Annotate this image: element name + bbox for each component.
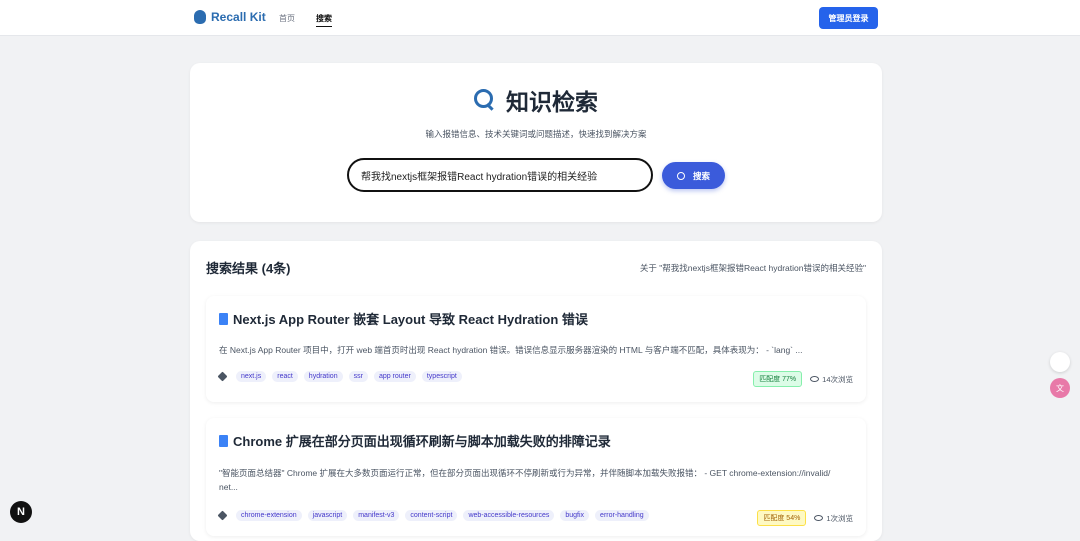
eye-icon bbox=[814, 514, 824, 521]
tag[interactable]: react bbox=[272, 371, 298, 382]
tag-icon bbox=[217, 371, 228, 382]
result-tags: next.js react hydration ssr app router t… bbox=[217, 371, 462, 382]
views-text: 14次浏览 bbox=[822, 374, 853, 384]
top-nav: Recall Kit 首页 搜索 管理员登录 bbox=[0, 0, 1080, 36]
tag[interactable]: ssr bbox=[348, 371, 368, 382]
match-badge: 匹配度 54% bbox=[757, 510, 807, 526]
search-button-label: 搜索 bbox=[692, 170, 710, 181]
tag[interactable]: manifest-v3 bbox=[353, 510, 400, 521]
tag[interactable]: hydration bbox=[303, 371, 343, 382]
view-count: 1次浏览 bbox=[814, 513, 853, 524]
result-description: 在 Next.js App Router 项目中，打开 web 端首页时出现 R… bbox=[219, 345, 803, 355]
page-title: 知识检索 bbox=[190, 83, 882, 117]
nav-search[interactable]: 搜索 bbox=[316, 13, 332, 27]
brand-logo[interactable]: Recall Kit bbox=[194, 10, 266, 24]
document-icon bbox=[219, 312, 228, 325]
search-button[interactable]: 搜索 bbox=[662, 162, 725, 189]
tag-icon bbox=[217, 510, 228, 521]
result-description: "智能页面总结器" Chrome 扩展在大多数页面运行正常，但在部分页面出现循环… bbox=[219, 468, 831, 492]
search-icon bbox=[676, 171, 685, 180]
search-card: 知识检索 输入报错信息、技术关键词或问题描述，快速找到解决方案 搜索 bbox=[190, 63, 882, 222]
result-card[interactable]: Chrome 扩展在部分页面出现循环刷新与脚本加载失败的排障记录 "智能页面总结… bbox=[206, 418, 866, 536]
brand-name: Recall Kit bbox=[211, 10, 266, 24]
result-card[interactable]: Next.js App Router 嵌套 Layout 导致 React Hy… bbox=[206, 296, 866, 402]
tag[interactable]: app router bbox=[373, 371, 416, 382]
eye-icon bbox=[810, 375, 820, 382]
translate-button[interactable]: 文 bbox=[1050, 378, 1070, 398]
document-icon bbox=[219, 434, 228, 447]
nav-home[interactable]: 首页 bbox=[279, 13, 295, 24]
result-title-text: Next.js App Router 嵌套 Layout 导致 React Hy… bbox=[233, 312, 588, 327]
search-subtitle: 输入报错信息、技术关键词或问题描述，快速找到解决方案 bbox=[425, 129, 647, 139]
result-tags: chrome-extension javascript manifest-v3 … bbox=[217, 510, 649, 521]
tag[interactable]: web-accessible-resources bbox=[463, 510, 555, 521]
brain-icon bbox=[194, 10, 206, 24]
title-text: 知识检索 bbox=[506, 89, 598, 115]
result-title[interactable]: Chrome 扩展在部分页面出现循环刷新与脚本加载失败的排障记录 bbox=[219, 431, 611, 450]
tag[interactable]: error-handling bbox=[595, 510, 649, 521]
views-text: 1次浏览 bbox=[826, 513, 853, 523]
results-heading: 搜索结果 (4条) bbox=[206, 261, 291, 276]
apps-icon[interactable] bbox=[1050, 352, 1070, 372]
tag[interactable]: content-script bbox=[405, 510, 458, 521]
search-icon bbox=[474, 89, 496, 111]
result-meta: 匹配度 54% 1次浏览 bbox=[757, 510, 853, 526]
search-input[interactable] bbox=[347, 158, 653, 192]
match-badge: 匹配度 77% bbox=[753, 371, 803, 387]
results-query: 关于 "帮我找nextjs框架报错React hydration错误的相关经验" bbox=[639, 263, 866, 273]
tag[interactable]: next.js bbox=[236, 371, 267, 382]
view-count: 14次浏览 bbox=[810, 374, 853, 385]
result-meta: 匹配度 77% 14次浏览 bbox=[753, 371, 853, 387]
tag[interactable]: javascript bbox=[307, 510, 348, 521]
tag[interactable]: bugfix bbox=[560, 510, 590, 521]
tag[interactable]: chrome-extension bbox=[236, 510, 302, 521]
tag[interactable]: typescript bbox=[421, 371, 462, 382]
nextjs-dev-indicator[interactable]: N bbox=[10, 501, 32, 523]
admin-login-button[interactable]: 管理员登录 bbox=[819, 7, 878, 29]
result-title-text: Chrome 扩展在部分页面出现循环刷新与脚本加载失败的排障记录 bbox=[233, 434, 611, 449]
results-panel: 搜索结果 (4条) 关于 "帮我找nextjs框架报错React hydrati… bbox=[190, 241, 882, 541]
result-title[interactable]: Next.js App Router 嵌套 Layout 导致 React Hy… bbox=[219, 309, 588, 328]
